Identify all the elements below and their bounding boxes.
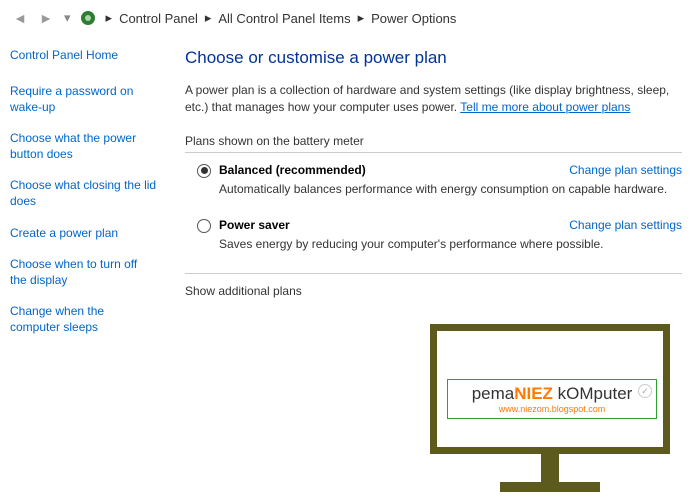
sidebar-link-power-button[interactable]: Choose what the power button does: [10, 131, 157, 162]
sidebar: Control Panel Home Require a password on…: [0, 36, 165, 496]
change-plan-settings-link[interactable]: Change plan settings: [569, 163, 682, 177]
breadcrumb-item[interactable]: All Control Panel Items: [218, 11, 350, 26]
chevron-right-icon: ▸: [106, 10, 113, 26]
breadcrumb-item[interactable]: Control Panel: [119, 11, 198, 26]
change-plan-settings-link[interactable]: Change plan settings: [569, 218, 682, 232]
back-arrow-icon[interactable]: ◄: [10, 8, 30, 28]
sidebar-link-create-plan[interactable]: Create a power plan: [10, 226, 157, 242]
address-bar: ◄ ► ▾ ▸ Control Panel ▸ All Control Pane…: [0, 0, 700, 36]
sidebar-link-computer-sleeps[interactable]: Change when the computer sleeps: [10, 304, 157, 335]
learn-more-link[interactable]: Tell me more about power plans: [460, 100, 630, 114]
control-panel-icon: [79, 9, 97, 27]
sidebar-link-closing-lid[interactable]: Choose what closing the lid does: [10, 178, 157, 209]
chevron-right-icon: ▸: [358, 10, 365, 26]
plans-section-label: Plans shown on the battery meter: [185, 134, 682, 148]
control-panel-home-link[interactable]: Control Panel Home: [10, 48, 157, 62]
power-plan-balanced: Balanced (recommended) Change plan setti…: [185, 163, 682, 196]
plan-description: Saves energy by reducing your computer's…: [219, 237, 682, 251]
plan-name[interactable]: Balanced (recommended): [219, 163, 569, 177]
show-additional-plans[interactable]: Show additional plans: [185, 284, 682, 298]
sidebar-link-turn-off-display[interactable]: Choose when to turn off the display: [10, 257, 157, 288]
breadcrumb[interactable]: ▸ Control Panel ▸ All Control Panel Item…: [103, 10, 457, 26]
plan-description: Automatically balances performance with …: [219, 182, 682, 196]
chevron-right-icon: ▸: [205, 10, 212, 26]
page-description: A power plan is a collection of hardware…: [185, 82, 682, 116]
sidebar-link-password-wakeup[interactable]: Require a password on wake-up: [10, 84, 157, 115]
power-plan-power-saver: Power saver Change plan settings Saves e…: [185, 218, 682, 251]
breadcrumb-item[interactable]: Power Options: [371, 11, 456, 26]
radio-balanced[interactable]: [197, 164, 211, 178]
divider: [185, 152, 682, 153]
divider: [185, 273, 682, 274]
forward-arrow-icon[interactable]: ►: [36, 8, 56, 28]
radio-power-saver[interactable]: [197, 219, 211, 233]
page-title: Choose or customise a power plan: [185, 48, 682, 68]
plan-name[interactable]: Power saver: [219, 218, 569, 232]
main-panel: Choose or customise a power plan A power…: [165, 36, 700, 496]
